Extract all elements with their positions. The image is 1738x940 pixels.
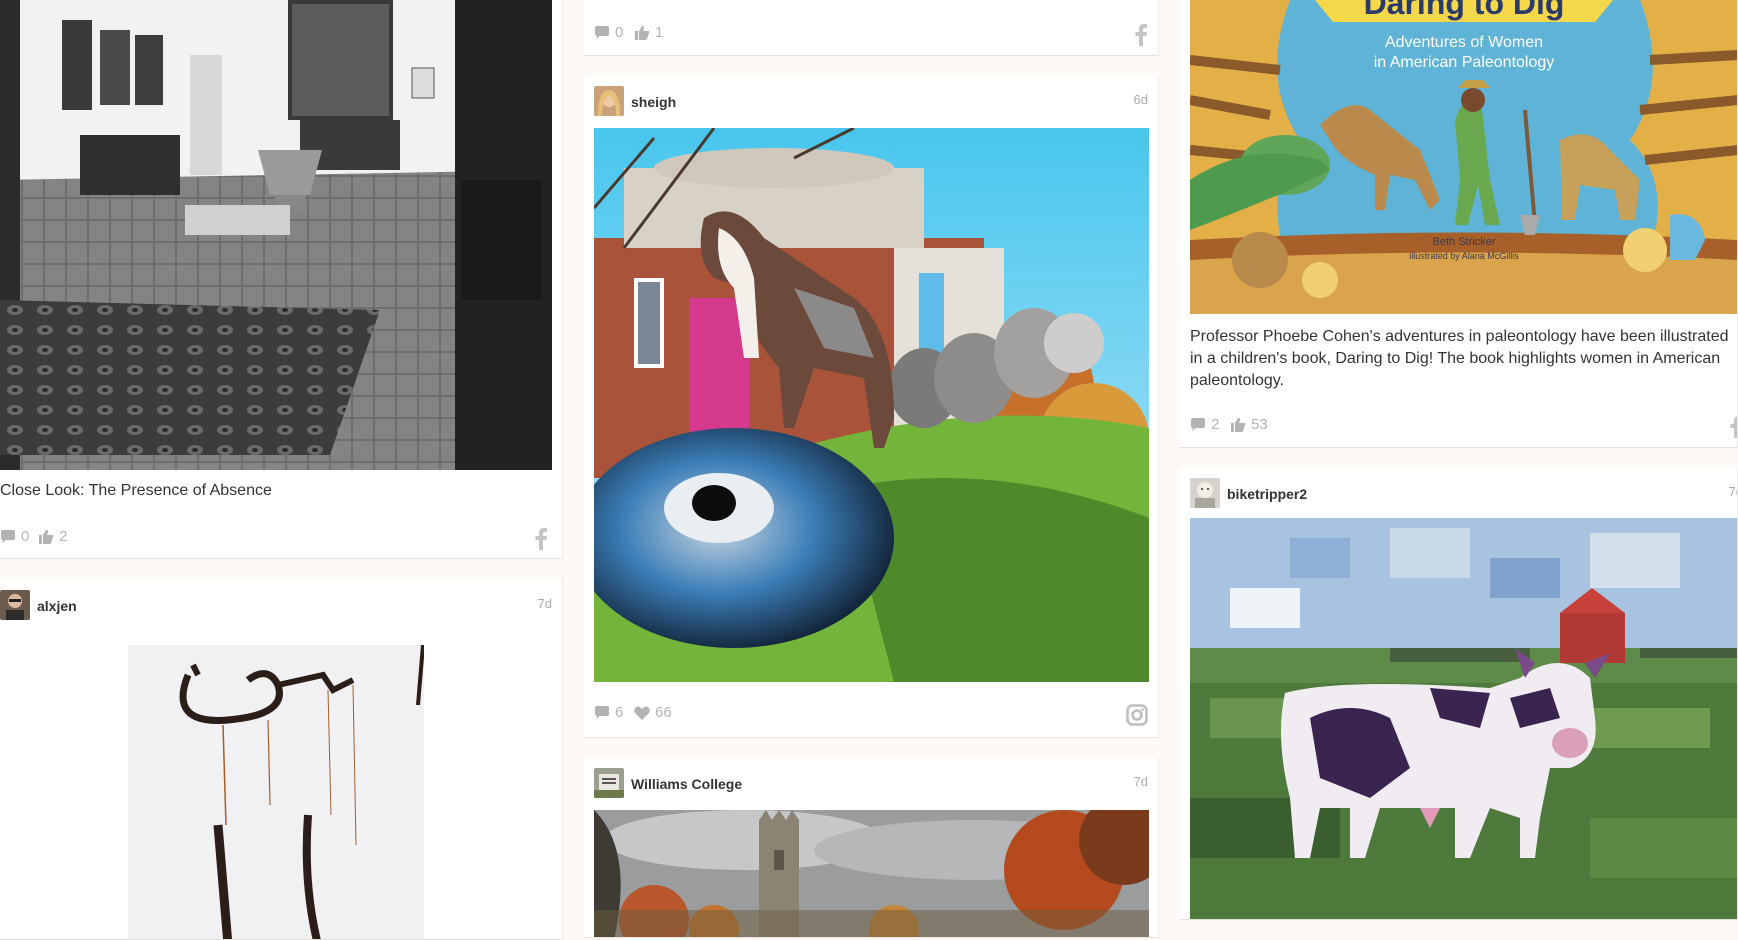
comment-count[interactable]: 6 [594,704,623,721]
comment-icon [1,529,15,543]
post-header: Williams College 7d [594,768,1148,798]
post-photo-artwork[interactable] [128,645,424,939]
post-meta-bar: 2 53 [1190,416,1737,440]
username[interactable]: biketripper2 [1227,486,1307,502]
avatar[interactable] [594,768,624,798]
facebook-icon[interactable] [534,528,548,550]
instagram-icon[interactable] [1126,704,1148,726]
username[interactable]: Williams College [631,776,742,792]
like-count[interactable]: 53 [1230,416,1268,433]
like-count[interactable]: 1 [634,24,663,41]
post-age: 7d [1133,774,1148,789]
post-meta-bar: 0 2 [0,528,548,552]
comment-count[interactable]: 0 [594,24,623,41]
comment-icon [1191,417,1205,431]
facebook-icon[interactable] [1729,416,1737,438]
username[interactable]: sheigh [631,94,676,110]
post-age: 6d [1133,92,1148,107]
post-card-biketripper2: biketripper2 7d [1180,468,1738,920]
comment-count[interactable]: 0 [0,528,29,545]
avatar[interactable] [594,86,624,116]
facebook-icon[interactable] [1134,24,1148,46]
post-age: 7d [537,596,552,611]
post-card-alxjen: alxjen 7d [0,580,563,940]
thumbs-up-icon [1231,417,1246,432]
post-photo-book-cover[interactable]: Daring to Dig Adventures of Women in Ame… [1190,0,1737,314]
book-subtitle-line-1: Adventures of Women [1385,34,1543,51]
post-photo-gallery[interactable] [0,0,552,470]
book-subtitle-line-2: in American Paleontology [1374,54,1555,71]
post-photo-campus[interactable] [594,810,1149,937]
thumbs-up-icon [39,529,54,544]
post-photo-cow-collage[interactable] [1190,518,1737,919]
post-card-daring-to-dig: Daring to Dig Adventures of Women in Ame… [1180,0,1738,448]
comment-icon [595,705,609,719]
post-meta-bar: 6 66 [594,704,1148,728]
book-title: Daring to Dig [1364,0,1565,21]
comment-icon [595,25,609,39]
username[interactable]: alxjen [37,598,77,614]
post-age: 7d [1728,484,1737,499]
avatar[interactable] [1190,478,1220,508]
post-caption[interactable]: Close Look: The Presence of Absence [0,480,552,502]
avatar[interactable] [0,590,30,620]
post-card-top-mid: 0 1 [584,0,1159,56]
post-card-sheigh: sheigh 6d 6 66 [584,76,1159,738]
heart-icon [634,706,650,720]
post-header: biketripper2 7d [1190,478,1737,508]
comment-count[interactable]: 2 [1190,416,1219,433]
post-meta-bar: 0 1 [594,24,1148,48]
thumbs-up-icon [635,25,650,40]
post-header: sheigh 6d [594,86,1148,116]
like-count[interactable]: 66 [634,704,672,721]
book-author: Beth Stricker [1433,236,1496,248]
post-header: alxjen 7d [0,590,552,620]
post-card-museum: Close Look: The Presence of Absence 0 2 [0,0,563,559]
book-illustrator: illustrated by Alana McGillis [1409,251,1519,261]
like-count[interactable]: 2 [38,528,67,545]
post-card-williams: Williams College 7d [584,758,1159,938]
post-photo-dog-sculpture[interactable] [594,128,1149,682]
post-caption[interactable]: Professor Phoebe Cohen's adventures in p… [1190,326,1737,392]
